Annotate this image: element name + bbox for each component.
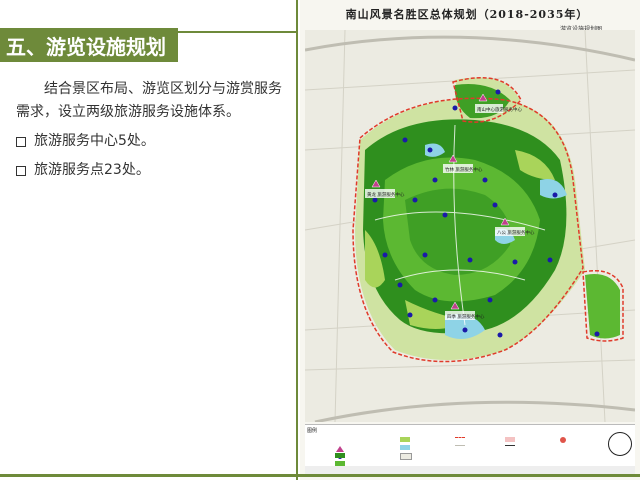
slide: 五、游览设施规划 结合景区布局、游览区划分与游赏服务需求，设立两级旅游服务设施体… [0, 0, 640, 480]
section-title: 五、游览设施规划 [6, 35, 166, 59]
map-title: 南山风景名胜区总体规划（2018-2035年） [345, 8, 589, 21]
bullet-square-icon [16, 166, 26, 176]
legend-swatch-marker-icon [560, 437, 566, 443]
planning-map: 南山中心旅游服务中心 竹林 旅游服务中心 黄龙 旅游服务中心 八公 旅游服务中心… [305, 30, 635, 422]
legend-swatch-light [400, 437, 410, 442]
legend-swatch-road [455, 445, 465, 451]
center-label: 南山中心旅游服务中心 [477, 106, 522, 113]
map-legend: 图例 [305, 424, 635, 469]
center-label: 八公 旅游服务中心 [497, 229, 535, 236]
center-label: 竹林 旅游服务中心 [445, 166, 483, 173]
map-footer [305, 466, 635, 474]
divider-vertical [296, 0, 298, 480]
divider-bottom [0, 474, 640, 477]
legend-title: 图例 [307, 428, 318, 434]
section-title-bar: 五、游览设施规划 [0, 28, 178, 62]
legend-swatch-point-icon [335, 445, 345, 459]
slide-body: 结合景区布局、游览区划分与游赏服务需求，设立两级旅游服务设施体系。 旅游服务中心… [16, 78, 284, 188]
center-label: 四季 旅游服务中心 [447, 313, 485, 320]
intro-paragraph: 结合景区布局、游览区划分与游赏服务需求，设立两级旅游服务设施体系。 [16, 81, 282, 120]
bullet-text: 旅游服务点23处。 [34, 162, 150, 178]
bullet-text: 旅游服务中心5处。 [34, 133, 155, 149]
center-label: 黄龙 旅游服务中心 [367, 191, 405, 198]
bullet-square-icon [16, 137, 26, 147]
title-underline [178, 31, 296, 33]
bullet-item: 旅游服务中心5处。 [16, 130, 284, 153]
legend-swatch-boundary [455, 437, 465, 443]
legend-swatch-water [400, 445, 410, 450]
legend-swatch-forest [335, 453, 345, 458]
north-arrow-icon [608, 432, 632, 456]
legend-swatch-line [505, 445, 515, 451]
legend-swatch-urban [400, 453, 412, 460]
legend-swatch-zone [505, 437, 515, 442]
legend-swatch-center-icon [335, 437, 345, 452]
bullet-item: 旅游服务点23处。 [16, 159, 284, 182]
